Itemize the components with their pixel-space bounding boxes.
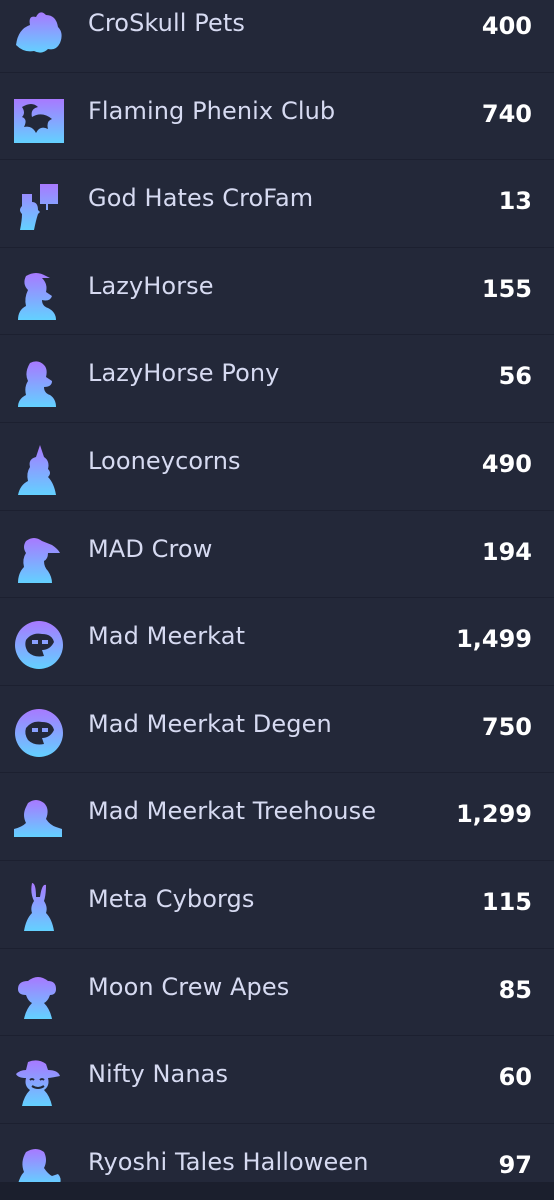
collection-name: God Hates CroFam [88, 184, 314, 213]
collection-count: 13 [498, 187, 532, 216]
collection-row-meta-cyborgs[interactable]: Meta Cyborgs 115 [0, 861, 554, 949]
crow-icon [12, 531, 66, 585]
meerkat-treehouse-icon [12, 793, 66, 847]
bottom-edge-bar [0, 1182, 554, 1200]
collection-name: Moon Crew Apes [88, 972, 290, 1001]
collection-count: 56 [498, 362, 532, 391]
meerkat-badge-icon [12, 618, 66, 672]
collection-count: 115 [481, 887, 532, 916]
collection-count: 1,499 [456, 625, 532, 654]
protest-sign-icon [12, 180, 66, 234]
collection-count: 1,299 [456, 800, 532, 829]
skull-pet-icon [12, 5, 66, 59]
collection-count: 85 [498, 975, 532, 1004]
rabbit-cyborg-icon [12, 881, 66, 935]
meerkat-degen-badge-icon [12, 706, 66, 760]
ape-icon [12, 969, 66, 1023]
collection-row-god-hates-crofam[interactable]: God Hates CroFam 13 [0, 160, 554, 248]
collection-row-croskull-pets[interactable]: CroSkull Pets 400 [0, 0, 554, 73]
collection-name: Mad Meerkat Treehouse [88, 797, 377, 826]
collection-name: Meta Cyborgs [88, 884, 255, 913]
horse-icon [12, 268, 66, 322]
collection-count: 400 [481, 12, 532, 40]
collection-name: Nifty Nanas [88, 1060, 229, 1089]
collection-row-mad-meerkat[interactable]: Mad Meerkat 1,499 [0, 598, 554, 686]
collection-count: 97 [498, 1150, 532, 1179]
collection-row-mad-meerkat-treehouse[interactable]: Mad Meerkat Treehouse 1,299 [0, 773, 554, 861]
collection-name: CroSkull Pets [88, 9, 245, 37]
collection-name: Looneycorns [88, 446, 241, 475]
collection-count: 490 [481, 449, 532, 478]
collection-row-mad-crow[interactable]: MAD Crow 194 [0, 511, 554, 599]
nana-icon [12, 1056, 66, 1110]
collection-row-lazyhorse-pony[interactable]: LazyHorse Pony 56 [0, 335, 554, 423]
collection-name: Mad Meerkat [88, 622, 246, 651]
collection-row-looneycorns[interactable]: Looneycorns 490 [0, 423, 554, 511]
unicorn-icon [12, 443, 66, 497]
collection-list: CroSkull Pets 400 Flaming Phenix Club 74… [0, 0, 554, 1200]
collection-name: Ryoshi Tales Halloween [88, 1147, 369, 1176]
collection-row-lazyhorse[interactable]: LazyHorse 155 [0, 248, 554, 336]
collection-name: Flaming Phenix Club [88, 96, 336, 125]
phoenix-icon [12, 93, 66, 147]
collection-count: 155 [481, 274, 532, 303]
collection-row-nifty-nanas[interactable]: Nifty Nanas 60 [0, 1036, 554, 1124]
collection-name: LazyHorse Pony [88, 359, 280, 388]
collection-row-moon-crew-apes[interactable]: Moon Crew Apes 85 [0, 949, 554, 1037]
collection-row-flaming-phenix-club[interactable]: Flaming Phenix Club 740 [0, 73, 554, 161]
pony-icon [12, 355, 66, 409]
collection-name: Mad Meerkat Degen [88, 709, 332, 738]
collection-count: 60 [498, 1063, 532, 1092]
collection-count: 750 [481, 712, 532, 741]
collection-name: MAD Crow [88, 534, 213, 563]
collection-count: 740 [481, 99, 532, 128]
collection-count: 194 [481, 537, 532, 566]
collection-name: LazyHorse [88, 271, 214, 300]
collection-row-mad-meerkat-degen[interactable]: Mad Meerkat Degen 750 [0, 686, 554, 774]
